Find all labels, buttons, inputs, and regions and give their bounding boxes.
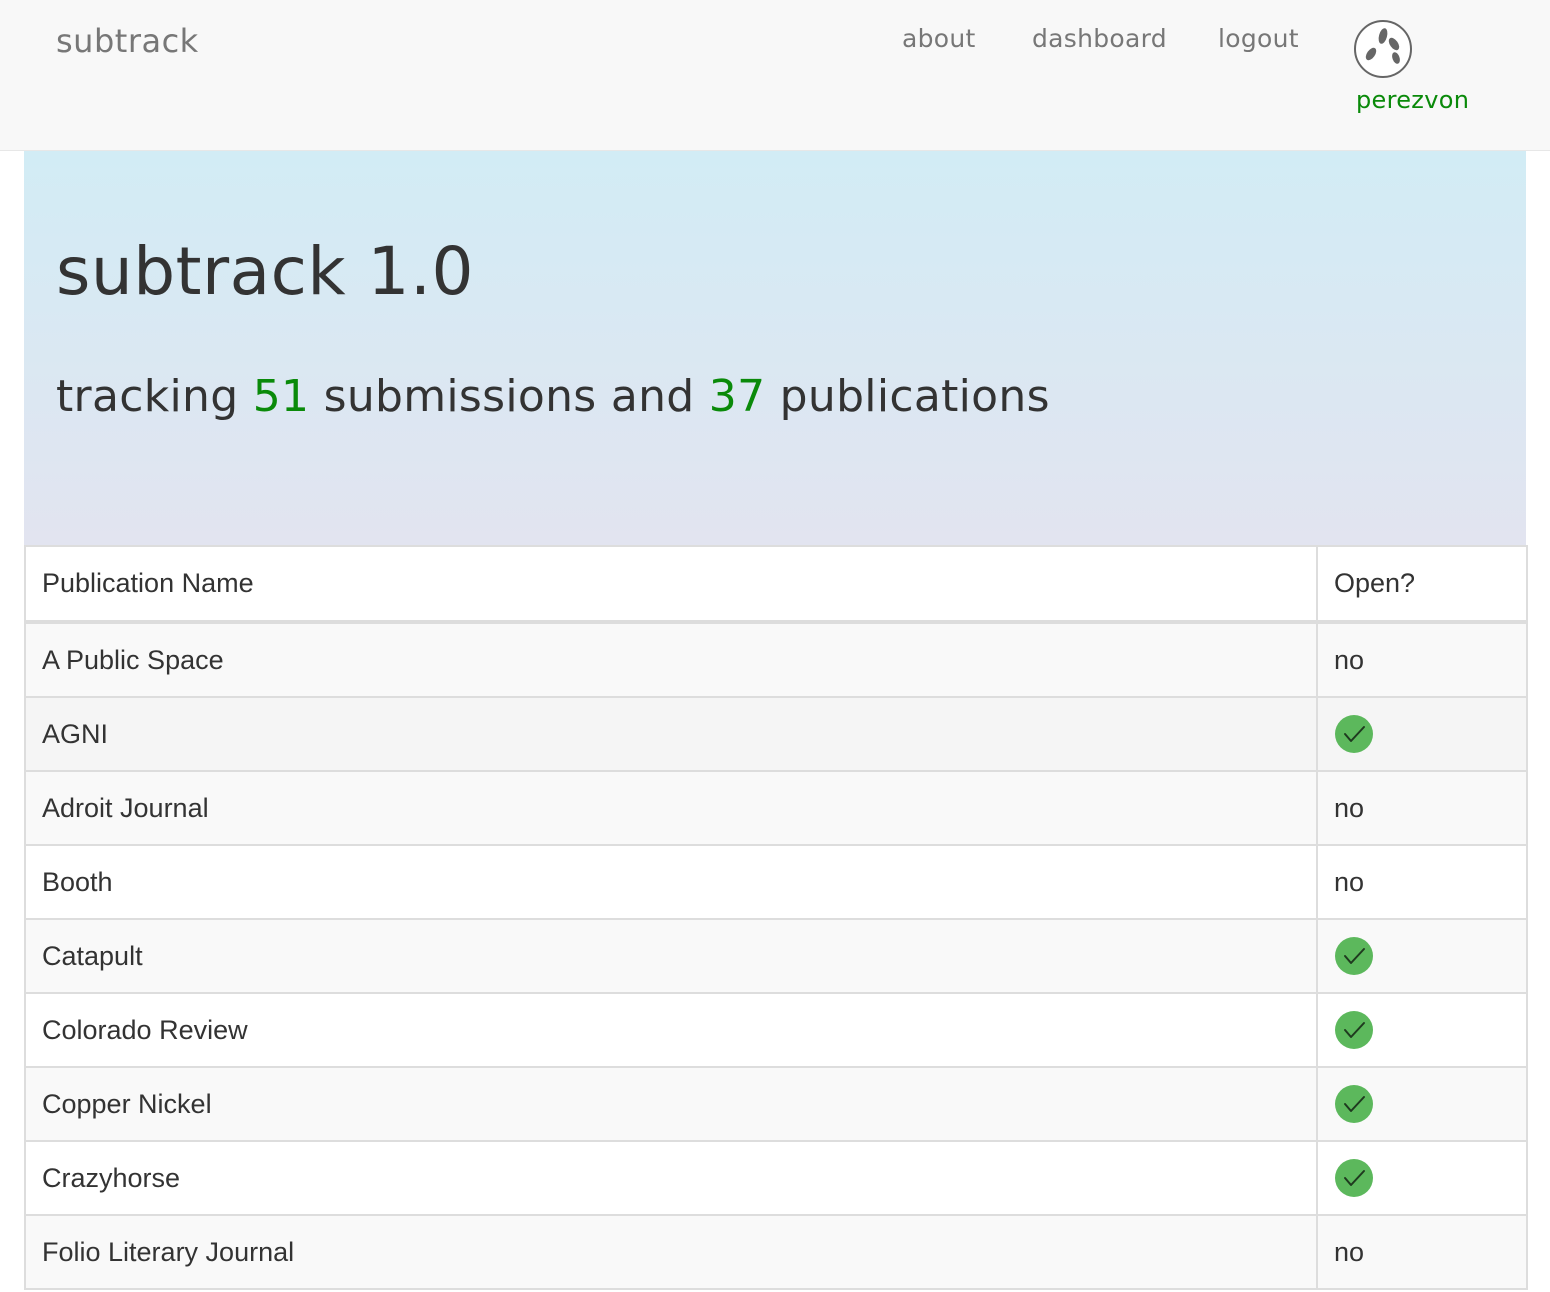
open-status-cell [1316,696,1528,772]
table-row[interactable]: A Public Space no [24,621,1528,698]
open-status-cell: no [1316,844,1528,920]
navbar: subtrack about dashboard logout perezvon [0,0,1550,151]
publications-table-container: Publication Name Open? A Public Space no A… [24,545,1528,1290]
open-status-cell [1316,1066,1528,1142]
publication-count: 37 [708,371,766,422]
hero-banner: subtrack 1.0 tracking 51 submissions and… [24,151,1526,545]
publication-name-cell: Copper Nickel [24,1066,1318,1142]
tracking-summary: tracking 51 submissions and 37 publicati… [56,371,1050,422]
publication-name-cell: Adroit Journal [24,770,1318,846]
publication-name-cell: Folio Literary Journal [24,1214,1318,1290]
checkmark-circle-icon [1335,1085,1373,1123]
header-publication-name[interactable]: Publication Name [24,545,1318,624]
open-status-cell: no [1316,770,1528,846]
table-header-row: Publication Name Open? [24,545,1528,624]
publication-name-cell: Catapult [24,918,1318,994]
table-row[interactable]: Colorado Review [24,992,1528,1068]
brand-link[interactable]: subtrack [56,22,199,60]
table-row[interactable]: Folio Literary Journal no [24,1214,1528,1290]
table-row[interactable]: Catapult [24,918,1528,994]
publication-name-cell: AGNI [24,696,1318,772]
open-status-cell [1316,918,1528,994]
nav-logout-link[interactable]: logout [1218,24,1299,53]
avatar-glyph [1365,28,1400,64]
username-label[interactable]: perezvon [1356,86,1469,114]
nav-dashboard-link[interactable]: dashboard [1032,24,1167,53]
publication-name-cell: Booth [24,844,1318,920]
open-status-cell [1316,992,1528,1068]
open-status-cell: no [1316,1214,1528,1290]
nav-about-link[interactable]: about [902,24,976,53]
submission-count: 51 [252,371,310,422]
table-body: A Public Space no AGNI Adroit Journal no Boot… [24,621,1528,1290]
avatar-icon[interactable] [1354,20,1412,78]
table-row[interactable]: AGNI [24,696,1528,772]
table-row[interactable]: Crazyhorse [24,1140,1528,1216]
checkmark-circle-icon [1335,1011,1373,1049]
publications-table: Publication Name Open? A Public Space no A… [24,545,1528,1290]
open-status-cell [1316,1140,1528,1216]
summary-prefix: tracking [56,371,253,422]
publication-name-cell: Crazyhorse [24,1140,1318,1216]
publication-name-cell: A Public Space [24,621,1318,698]
publication-name-cell: Colorado Review [24,992,1318,1068]
table-row[interactable]: Adroit Journal no [24,770,1528,846]
summary-middle: submissions and [309,371,709,422]
header-open[interactable]: Open? [1316,545,1528,624]
table-row[interactable]: Booth no [24,844,1528,920]
table-row[interactable]: Copper Nickel [24,1066,1528,1142]
page-title: subtrack 1.0 [56,233,475,310]
checkmark-circle-icon [1335,715,1373,753]
checkmark-circle-icon [1335,1159,1373,1197]
checkmark-circle-icon [1335,937,1373,975]
summary-suffix: publications [765,371,1050,422]
open-status-cell: no [1316,621,1528,698]
